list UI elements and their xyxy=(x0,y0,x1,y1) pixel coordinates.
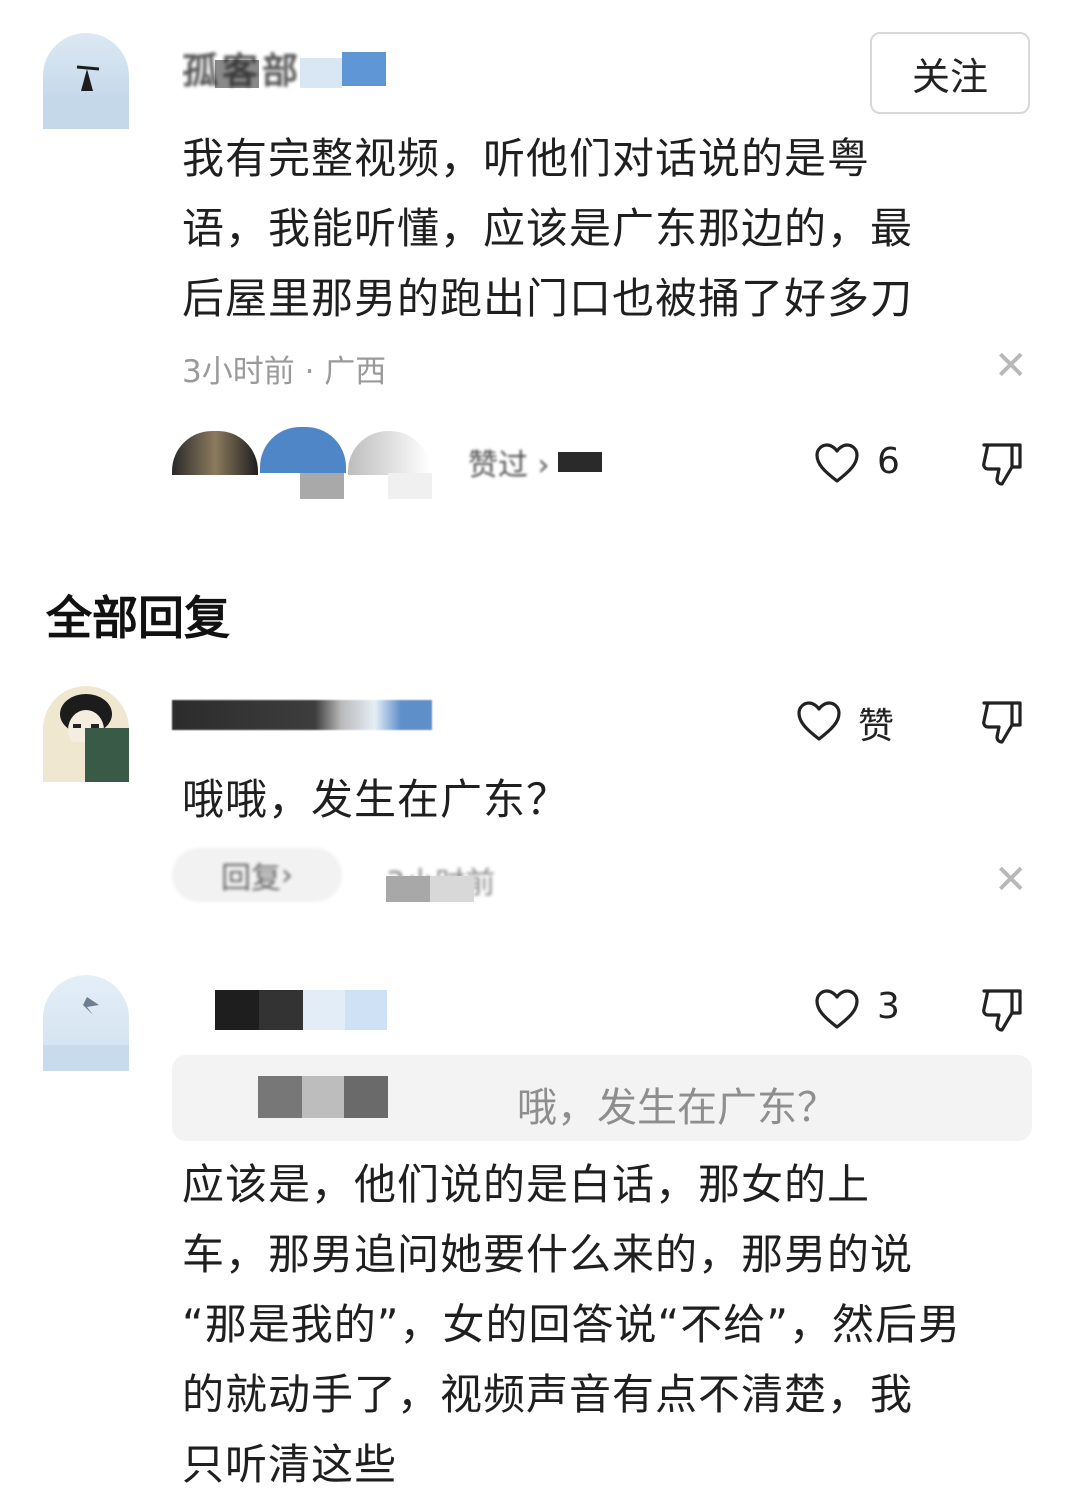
replies-section-title: 全部回复 xyxy=(46,591,230,645)
close-icon[interactable]: ✕ xyxy=(994,346,1028,386)
quoted-text: 哦，发生在广东？ xyxy=(517,1085,837,1131)
thumbs-down-icon[interactable] xyxy=(980,987,1024,1033)
heart-outline-icon[interactable] xyxy=(796,700,842,742)
username[interactable] xyxy=(172,700,432,730)
like-label[interactable]: 赞 xyxy=(858,697,894,749)
comment-meta: 3小时前 · 广西 xyxy=(182,354,387,390)
avatar[interactable] xyxy=(43,33,129,129)
avatar[interactable] xyxy=(43,686,129,782)
likers-label[interactable]: 赞过 › xyxy=(468,440,550,484)
reply-text: 应该是，他们说的是白话，那女的上 车，那男追问她要什么来的，那男的说 “那是我的… xyxy=(182,1160,962,1489)
likers-avatars[interactable] xyxy=(172,425,442,500)
heart-outline-icon[interactable] xyxy=(814,442,860,484)
close-icon[interactable]: ✕ xyxy=(994,860,1028,900)
thumbs-down-icon[interactable] xyxy=(980,699,1024,745)
username[interactable] xyxy=(215,990,387,1032)
thumbs-down-icon[interactable] xyxy=(980,441,1024,487)
like-count: 3 xyxy=(877,986,900,1027)
follow-button[interactable]: 关注 xyxy=(870,32,1030,114)
quoted-username xyxy=(258,1076,388,1118)
like-count: 6 xyxy=(877,441,900,482)
heart-outline-icon[interactable] xyxy=(814,988,860,1030)
reply-button[interactable]: 回复 › xyxy=(172,848,342,902)
avatar[interactable] xyxy=(43,975,129,1071)
comment-text: 我有完整视频，听他们对话说的是粤 语，我能听懂，应该是广东那边的，最 后屋里那男… xyxy=(182,134,914,323)
reply-text: 哦哦，发生在广东？ xyxy=(182,775,570,824)
